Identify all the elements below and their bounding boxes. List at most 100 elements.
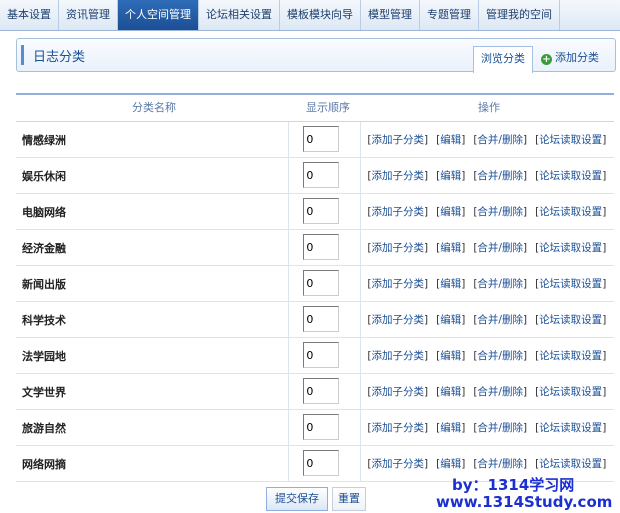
edit-link[interactable]: 编辑 [440,242,461,254]
bracket-close: ] [423,350,429,362]
edit-link[interactable]: 编辑 [440,134,461,146]
merge-delete-link[interactable]: 合并/删除 [477,314,523,326]
forum-read-settings-link[interactable]: 论坛读取设置 [539,350,602,362]
merge-delete-link[interactable]: 合并/删除 [477,386,523,398]
display-order-input[interactable] [303,378,340,404]
forum-read-settings-link[interactable]: 论坛读取设置 [539,206,602,218]
merge-delete-link[interactable]: 合并/删除 [477,458,523,470]
order-cell [288,194,362,229]
edit-link[interactable]: 编辑 [440,278,461,290]
tab-basic-settings[interactable]: 基本设置 [0,0,59,30]
display-order-input[interactable] [303,162,340,188]
display-order-input[interactable] [303,342,340,368]
tab-topic-management[interactable]: 专题管理 [420,0,479,30]
add-subcategory-link[interactable]: 添加子分类 [371,206,424,218]
actions-cell: [添加子分类] [编辑] [合并/删除] [论坛读取设置] [361,384,614,399]
tab-forum-settings[interactable]: 论坛相关设置 [199,0,280,30]
actions-cell: [添加子分类] [编辑] [合并/删除] [论坛读取设置] [361,456,614,471]
tab-personal-space-management[interactable]: 个人空间管理 [118,0,199,30]
display-order-input[interactable] [303,450,340,476]
actions-cell: [添加子分类] [编辑] [合并/删除] [论坛读取设置] [361,132,614,147]
plus-circle-icon: + [541,54,552,65]
merge-delete-link[interactable]: 合并/删除 [477,206,523,218]
tab-news-management[interactable]: 资讯管理 [59,0,118,30]
table-header: 分类名称 显示顺序 操作 [16,95,614,122]
bracket-close: ] [522,422,528,434]
bracket-close: ] [423,458,429,470]
display-order-input[interactable] [303,234,340,260]
add-subcategory-link[interactable]: 添加子分类 [371,278,424,290]
add-subcategory-link[interactable]: 添加子分类 [371,422,424,434]
tab-model-management[interactable]: 模型管理 [361,0,420,30]
reset-button[interactable]: 重置 [332,487,366,511]
add-subcategory-link[interactable]: 添加子分类 [371,314,424,326]
bracket-close: ] [522,134,528,146]
forum-read-settings-link[interactable]: 论坛读取设置 [539,458,602,470]
table-row: 法学园地 [添加子分类][编辑][合并/删除][论坛读取设置] [16,338,614,374]
forum-read-settings-link[interactable]: 论坛读取设置 [539,170,602,182]
category-name: 娱乐休闲 [22,169,66,183]
edit-link[interactable]: 编辑 [440,350,461,362]
add-subcategory-link[interactable]: 添加子分类 [371,458,424,470]
merge-delete-link[interactable]: 合并/删除 [477,350,523,362]
order-cell [288,374,362,409]
add-subcategory-link[interactable]: 添加子分类 [371,386,424,398]
category-name: 新闻出版 [22,277,66,291]
add-category-button[interactable]: + 添加分类 [541,48,599,68]
table-row: 新闻出版 [添加子分类][编辑][合并/删除][论坛读取设置] [16,266,614,302]
forum-read-settings-link[interactable]: 论坛读取设置 [539,422,602,434]
merge-delete-link[interactable]: 合并/删除 [477,422,523,434]
bracket-close: ] [423,278,429,290]
display-order-input[interactable] [303,414,340,440]
table-row: 科学技术 [添加子分类][编辑][合并/删除][论坛读取设置] [16,302,614,338]
forum-read-settings-link[interactable]: 论坛读取设置 [539,386,602,398]
table-row: 旅游自然 [添加子分类][编辑][合并/删除][论坛读取设置] [16,410,614,446]
merge-delete-link[interactable]: 合并/删除 [477,134,523,146]
bracket-close: ] [461,206,466,218]
add-subcategory-link[interactable]: 添加子分类 [371,242,424,254]
tab-template-wizard[interactable]: 模板模块向导 [280,0,361,30]
edit-link[interactable]: 编辑 [440,314,461,326]
display-order-input[interactable] [303,198,340,224]
bracket-close: ] [461,242,466,254]
display-order-input[interactable] [303,126,340,152]
edit-link[interactable]: 编辑 [440,458,461,470]
forum-read-settings-link[interactable]: 论坛读取设置 [539,134,602,146]
add-subcategory-link[interactable]: 添加子分类 [371,350,424,362]
submit-save-button[interactable]: 提交保存 [266,487,328,511]
category-name: 电脑网络 [22,205,66,219]
actions-cell: [添加子分类] [编辑] [合并/删除] [论坛读取设置] [361,276,614,291]
forum-read-settings-link[interactable]: 论坛读取设置 [539,278,602,290]
forum-read-settings-link[interactable]: 论坛读取设置 [539,242,602,254]
merge-delete-link[interactable]: 合并/删除 [477,170,523,182]
edit-link[interactable]: 编辑 [440,422,461,434]
browse-categories-button[interactable]: 浏览分类 [473,46,533,73]
bracket-close: ] [461,386,466,398]
order-cell [288,446,362,481]
forum-read-settings-link[interactable]: 论坛读取设置 [539,314,602,326]
tab-manage-my-space[interactable]: 管理我的空间 [479,0,560,30]
edit-link[interactable]: 编辑 [440,386,461,398]
merge-delete-link[interactable]: 合并/删除 [477,242,523,254]
bracket-close: ] [522,242,528,254]
bracket-close: ] [423,314,429,326]
order-cell [288,338,362,373]
order-cell [288,230,362,265]
merge-delete-link[interactable]: 合并/删除 [477,278,523,290]
category-name: 网络网摘 [22,457,66,471]
bracket-close: ] [602,206,607,218]
edit-link[interactable]: 编辑 [440,206,461,218]
add-subcategory-link[interactable]: 添加子分类 [371,134,424,146]
add-subcategory-link[interactable]: 添加子分类 [371,170,424,182]
order-cell [288,302,362,337]
bracket-close: ] [602,134,607,146]
watermark-byline: by：1314学习网 [452,476,575,494]
display-order-input[interactable] [303,306,340,332]
bracket-close: ] [602,386,607,398]
category-name: 经济金融 [22,241,66,255]
edit-link[interactable]: 编辑 [440,170,461,182]
display-order-input[interactable] [303,270,340,296]
category-table: 分类名称 显示顺序 操作 情感绿洲 [添加子分类][编辑][合并/删除][论坛读取… [16,93,614,482]
table-row: 电脑网络 [添加子分类][编辑][合并/删除][论坛读取设置] [16,194,614,230]
actions-cell: [添加子分类] [编辑] [合并/删除] [论坛读取设置] [361,420,614,435]
